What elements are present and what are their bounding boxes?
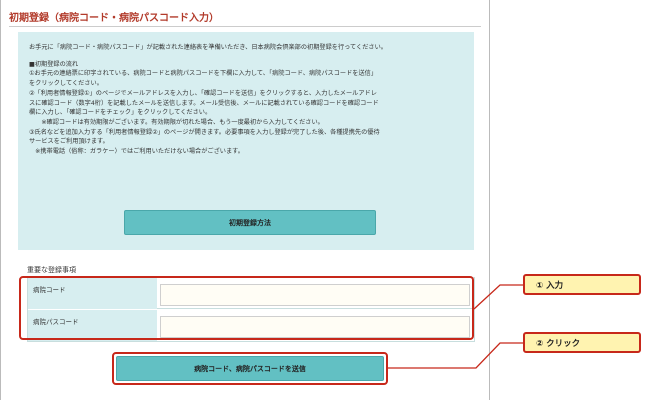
step-line: サービスをご利用頂けます。 [29, 138, 109, 146]
instructions-panel: お手元に「病院コード・病院パスコード」が記載された連絡表を準備いただき、日本病院… [18, 32, 474, 250]
registration-method-button[interactable]: 初期登録方法 [124, 210, 376, 235]
section-label: 重要な登録事項 [27, 266, 76, 274]
hospital-code-label: 病院コード [28, 278, 157, 309]
step-line: ※携帯電話（俗称：ガラケー）ではご利用いただけない場合がございます。 [29, 148, 244, 156]
instructions-text: お手元に「病院コード・病院パスコード」が記載された連絡表を準備いただき、日本病院… [29, 43, 469, 157]
hospital-code-input[interactable] [160, 284, 470, 306]
page-title: 初期登録（病院コード・病院パスコード入力） [9, 13, 219, 24]
submit-codes-button[interactable]: 病院コード、病院パスコードを送信 [116, 356, 384, 381]
hospital-passcode-input[interactable] [160, 316, 470, 338]
form-row-hospital-passcode: 病院パスコード [28, 310, 474, 341]
step-line: ※確認コードは有効期限がございます。有効期限が切れた場合、もう一度最初から入力し… [29, 118, 324, 126]
title-divider [9, 26, 481, 27]
callout-input: ① 入力 [523, 274, 641, 295]
form-row-hospital-code: 病院コード [28, 278, 474, 309]
step-line: スに確認コード（数字4桁）を記載したメールを送信します。メール受信後、メールに記… [29, 99, 379, 107]
step-line: をクリックしてください。 [29, 80, 103, 88]
step-line: 欄に入力し、「確認コードをチェック」をクリックしてください。 [29, 109, 212, 117]
step-line: ①お手元の連絡票に印字されている、病院コードと病院パスコードを下欄に入力して、「… [29, 70, 378, 78]
callout-click: ② クリック [523, 332, 641, 353]
flow-heading: ■初期登録の流れ [29, 60, 79, 68]
hospital-passcode-label: 病院パスコード [28, 310, 157, 341]
intro-text: お手元に「病院コード・病院パスコード」が記載された連絡表を準備いただき、日本病院… [29, 44, 387, 51]
step-line: ③氏名などを追加入力する「利用者情報登録②」のページが開きます。必要事項を入力し… [29, 128, 380, 136]
step-line: ②「利用者情報登録①」のページでメールアドレスを入力し、「確認コードを送信」をク… [29, 89, 377, 97]
registration-form: 病院コード 病院パスコード [27, 277, 475, 342]
